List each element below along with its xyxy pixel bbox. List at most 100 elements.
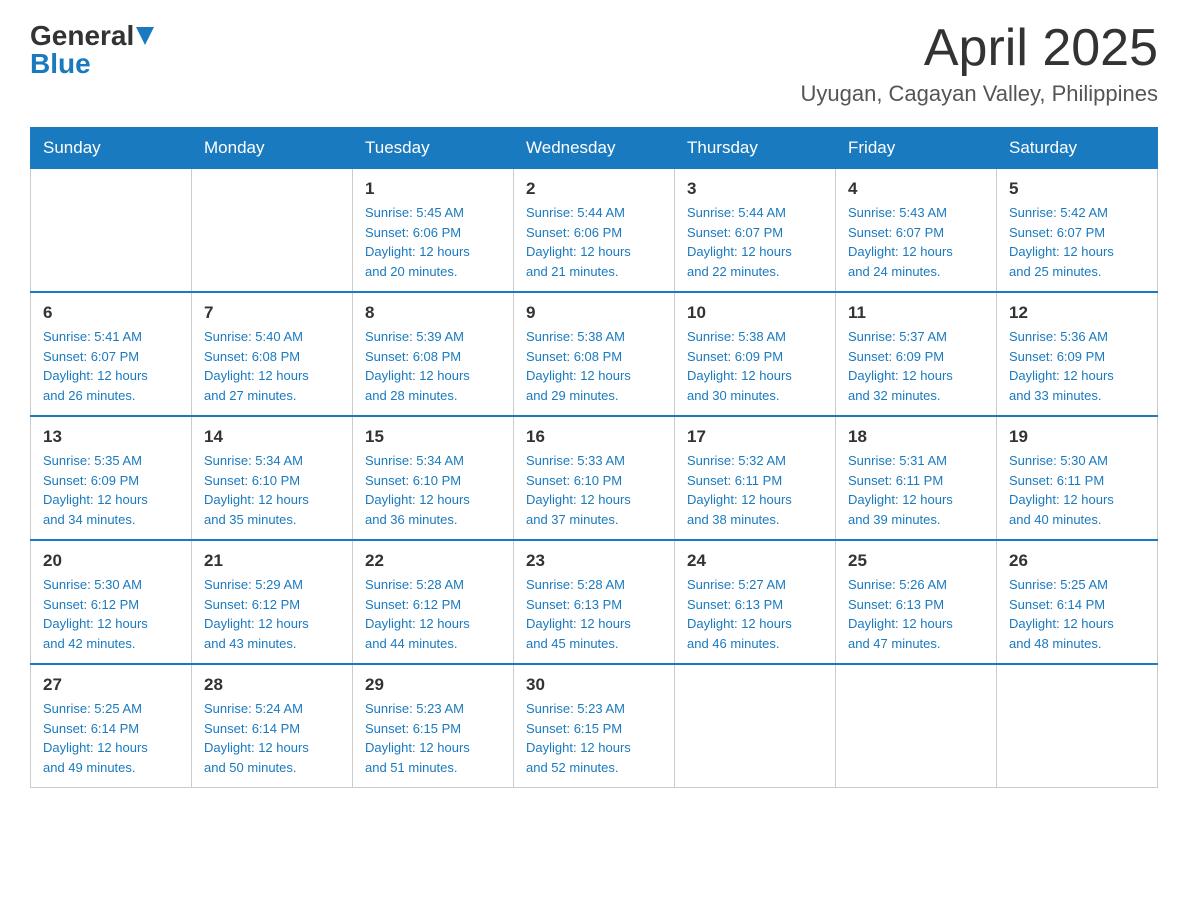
calendar-week-row: 6 Sunrise: 5:41 AM Sunset: 6:07 PM Daylig… — [31, 292, 1158, 416]
day-info: Sunrise: 5:28 AM Sunset: 6:12 PM Dayligh… — [365, 575, 501, 653]
calendar-cell — [675, 664, 836, 788]
calendar-header-wednesday: Wednesday — [514, 128, 675, 169]
calendar-cell: 13Sunrise: 5:35 AM Sunset: 6:09 PM Dayli… — [31, 416, 192, 540]
logo-triangle-icon — [136, 27, 154, 45]
calendar-cell: 6 Sunrise: 5:41 AM Sunset: 6:07 PM Daylig… — [31, 292, 192, 416]
calendar-cell: 19 Sunrise: 5:30 AM Sunset: 6:11 PM Dayli… — [997, 416, 1158, 540]
calendar-header-row: SundayMondayTuesdayWednesdayThursdayFrid… — [31, 128, 1158, 169]
day-info: Sunrise: 5:39 AM Sunset: 6:08 PM Dayligh… — [365, 327, 501, 405]
day-number: 2 — [526, 179, 662, 199]
day-info: Sunrise: 5:30 AM Sunset: 6:12 PM Dayligh… — [43, 575, 179, 653]
day-number: 23 — [526, 551, 662, 571]
calendar-cell: 30 Sunrise: 5:23 AM Sunset: 6:15 PM Dayli… — [514, 664, 675, 788]
calendar-cell: 3 Sunrise: 5:44 AM Sunset: 6:07 PM Daylig… — [675, 169, 836, 293]
logo-blue-text: Blue — [30, 48, 154, 80]
location-subtitle: Uyugan, Cagayan Valley, Philippines — [800, 81, 1158, 107]
day-info: Sunrise: 5:36 AM Sunset: 6:09 PM Dayligh… — [1009, 327, 1145, 405]
calendar-header-friday: Friday — [836, 128, 997, 169]
calendar-cell: 9 Sunrise: 5:38 AM Sunset: 6:08 PM Daylig… — [514, 292, 675, 416]
day-number: 18 — [848, 427, 984, 447]
day-info: Sunrise: 5:33 AM Sunset: 6:10 PM Dayligh… — [526, 451, 662, 529]
calendar-week-row: 13Sunrise: 5:35 AM Sunset: 6:09 PM Dayli… — [31, 416, 1158, 540]
calendar-cell: 26 Sunrise: 5:25 AM Sunset: 6:14 PM Dayli… — [997, 540, 1158, 664]
day-info: Sunrise: 5:41 AM Sunset: 6:07 PM Dayligh… — [43, 327, 179, 405]
calendar-cell — [192, 169, 353, 293]
day-info: Sunrise: 5:25 AM Sunset: 6:14 PM Dayligh… — [43, 699, 179, 777]
calendar-cell: 14Sunrise: 5:34 AM Sunset: 6:10 PM Dayli… — [192, 416, 353, 540]
month-year-title: April 2025 — [800, 20, 1158, 77]
calendar-header-monday: Monday — [192, 128, 353, 169]
day-info: Sunrise: 5:44 AM Sunset: 6:06 PM Dayligh… — [526, 203, 662, 281]
day-number: 27 — [43, 675, 179, 695]
day-info: Sunrise: 5:40 AM Sunset: 6:08 PM Dayligh… — [204, 327, 340, 405]
day-info: Sunrise: 5:44 AM Sunset: 6:07 PM Dayligh… — [687, 203, 823, 281]
day-number: 26 — [1009, 551, 1145, 571]
day-number: 29 — [365, 675, 501, 695]
calendar-cell: 7 Sunrise: 5:40 AM Sunset: 6:08 PM Daylig… — [192, 292, 353, 416]
calendar-cell: 2 Sunrise: 5:44 AM Sunset: 6:06 PM Daylig… — [514, 169, 675, 293]
calendar-cell: 15Sunrise: 5:34 AM Sunset: 6:10 PM Dayli… — [353, 416, 514, 540]
day-info: Sunrise: 5:30 AM Sunset: 6:11 PM Dayligh… — [1009, 451, 1145, 529]
day-number: 19 — [1009, 427, 1145, 447]
day-number: 1 — [365, 179, 501, 199]
calendar-week-row: 1 Sunrise: 5:45 AM Sunset: 6:06 PM Daylig… — [31, 169, 1158, 293]
day-info: Sunrise: 5:23 AM Sunset: 6:15 PM Dayligh… — [526, 699, 662, 777]
day-number: 11 — [848, 303, 984, 323]
day-number: 28 — [204, 675, 340, 695]
day-info: Sunrise: 5:45 AM Sunset: 6:06 PM Dayligh… — [365, 203, 501, 281]
calendar-cell: 1 Sunrise: 5:45 AM Sunset: 6:06 PM Daylig… — [353, 169, 514, 293]
calendar-cell: 21 Sunrise: 5:29 AM Sunset: 6:12 PM Dayli… — [192, 540, 353, 664]
calendar-cell: 29 Sunrise: 5:23 AM Sunset: 6:15 PM Dayli… — [353, 664, 514, 788]
calendar-cell — [836, 664, 997, 788]
day-number: 14 — [204, 427, 340, 447]
title-section: April 2025 Uyugan, Cagayan Valley, Phili… — [800, 20, 1158, 107]
calendar-cell: 24 Sunrise: 5:27 AM Sunset: 6:13 PM Dayli… — [675, 540, 836, 664]
calendar-cell: 20 Sunrise: 5:30 AM Sunset: 6:12 PM Dayli… — [31, 540, 192, 664]
day-number: 8 — [365, 303, 501, 323]
day-number: 6 — [43, 303, 179, 323]
day-info: Sunrise: 5:32 AM Sunset: 6:11 PM Dayligh… — [687, 451, 823, 529]
calendar-header-tuesday: Tuesday — [353, 128, 514, 169]
day-number: 4 — [848, 179, 984, 199]
day-info: Sunrise: 5:38 AM Sunset: 6:08 PM Dayligh… — [526, 327, 662, 405]
day-info: Sunrise: 5:31 AM Sunset: 6:11 PM Dayligh… — [848, 451, 984, 529]
day-number: 30 — [526, 675, 662, 695]
calendar-cell: 4 Sunrise: 5:43 AM Sunset: 6:07 PM Daylig… — [836, 169, 997, 293]
day-number: 25 — [848, 551, 984, 571]
day-info: Sunrise: 5:23 AM Sunset: 6:15 PM Dayligh… — [365, 699, 501, 777]
calendar-cell: 22Sunrise: 5:28 AM Sunset: 6:12 PM Dayli… — [353, 540, 514, 664]
day-number: 16 — [526, 427, 662, 447]
calendar-header-sunday: Sunday — [31, 128, 192, 169]
day-info: Sunrise: 5:43 AM Sunset: 6:07 PM Dayligh… — [848, 203, 984, 281]
day-info: Sunrise: 5:29 AM Sunset: 6:12 PM Dayligh… — [204, 575, 340, 653]
day-info: Sunrise: 5:24 AM Sunset: 6:14 PM Dayligh… — [204, 699, 340, 777]
day-info: Sunrise: 5:38 AM Sunset: 6:09 PM Dayligh… — [687, 327, 823, 405]
calendar-cell: 8 Sunrise: 5:39 AM Sunset: 6:08 PM Daylig… — [353, 292, 514, 416]
calendar-cell: 25 Sunrise: 5:26 AM Sunset: 6:13 PM Dayli… — [836, 540, 997, 664]
day-number: 3 — [687, 179, 823, 199]
day-number: 20 — [43, 551, 179, 571]
day-number: 12 — [1009, 303, 1145, 323]
calendar-week-row: 20 Sunrise: 5:30 AM Sunset: 6:12 PM Dayli… — [31, 540, 1158, 664]
day-number: 7 — [204, 303, 340, 323]
calendar-cell: 12 Sunrise: 5:36 AM Sunset: 6:09 PM Dayli… — [997, 292, 1158, 416]
day-info: Sunrise: 5:35 AM Sunset: 6:09 PM Dayligh… — [43, 451, 179, 529]
calendar-cell — [997, 664, 1158, 788]
day-info: Sunrise: 5:27 AM Sunset: 6:13 PM Dayligh… — [687, 575, 823, 653]
day-number: 24 — [687, 551, 823, 571]
day-number: 21 — [204, 551, 340, 571]
calendar-cell: 18 Sunrise: 5:31 AM Sunset: 6:11 PM Dayli… — [836, 416, 997, 540]
day-info: Sunrise: 5:42 AM Sunset: 6:07 PM Dayligh… — [1009, 203, 1145, 281]
calendar-cell: 10Sunrise: 5:38 AM Sunset: 6:09 PM Dayli… — [675, 292, 836, 416]
calendar-cell: 17 Sunrise: 5:32 AM Sunset: 6:11 PM Dayli… — [675, 416, 836, 540]
day-info: Sunrise: 5:37 AM Sunset: 6:09 PM Dayligh… — [848, 327, 984, 405]
day-number: 9 — [526, 303, 662, 323]
calendar-cell: 16 Sunrise: 5:33 AM Sunset: 6:10 PM Dayli… — [514, 416, 675, 540]
calendar-cell: 5Sunrise: 5:42 AM Sunset: 6:07 PM Daylig… — [997, 169, 1158, 293]
day-info: Sunrise: 5:25 AM Sunset: 6:14 PM Dayligh… — [1009, 575, 1145, 653]
calendar-cell: 27 Sunrise: 5:25 AM Sunset: 6:14 PM Dayli… — [31, 664, 192, 788]
calendar-cell — [31, 169, 192, 293]
day-info: Sunrise: 5:26 AM Sunset: 6:13 PM Dayligh… — [848, 575, 984, 653]
calendar-week-row: 27 Sunrise: 5:25 AM Sunset: 6:14 PM Dayli… — [31, 664, 1158, 788]
day-number: 17 — [687, 427, 823, 447]
